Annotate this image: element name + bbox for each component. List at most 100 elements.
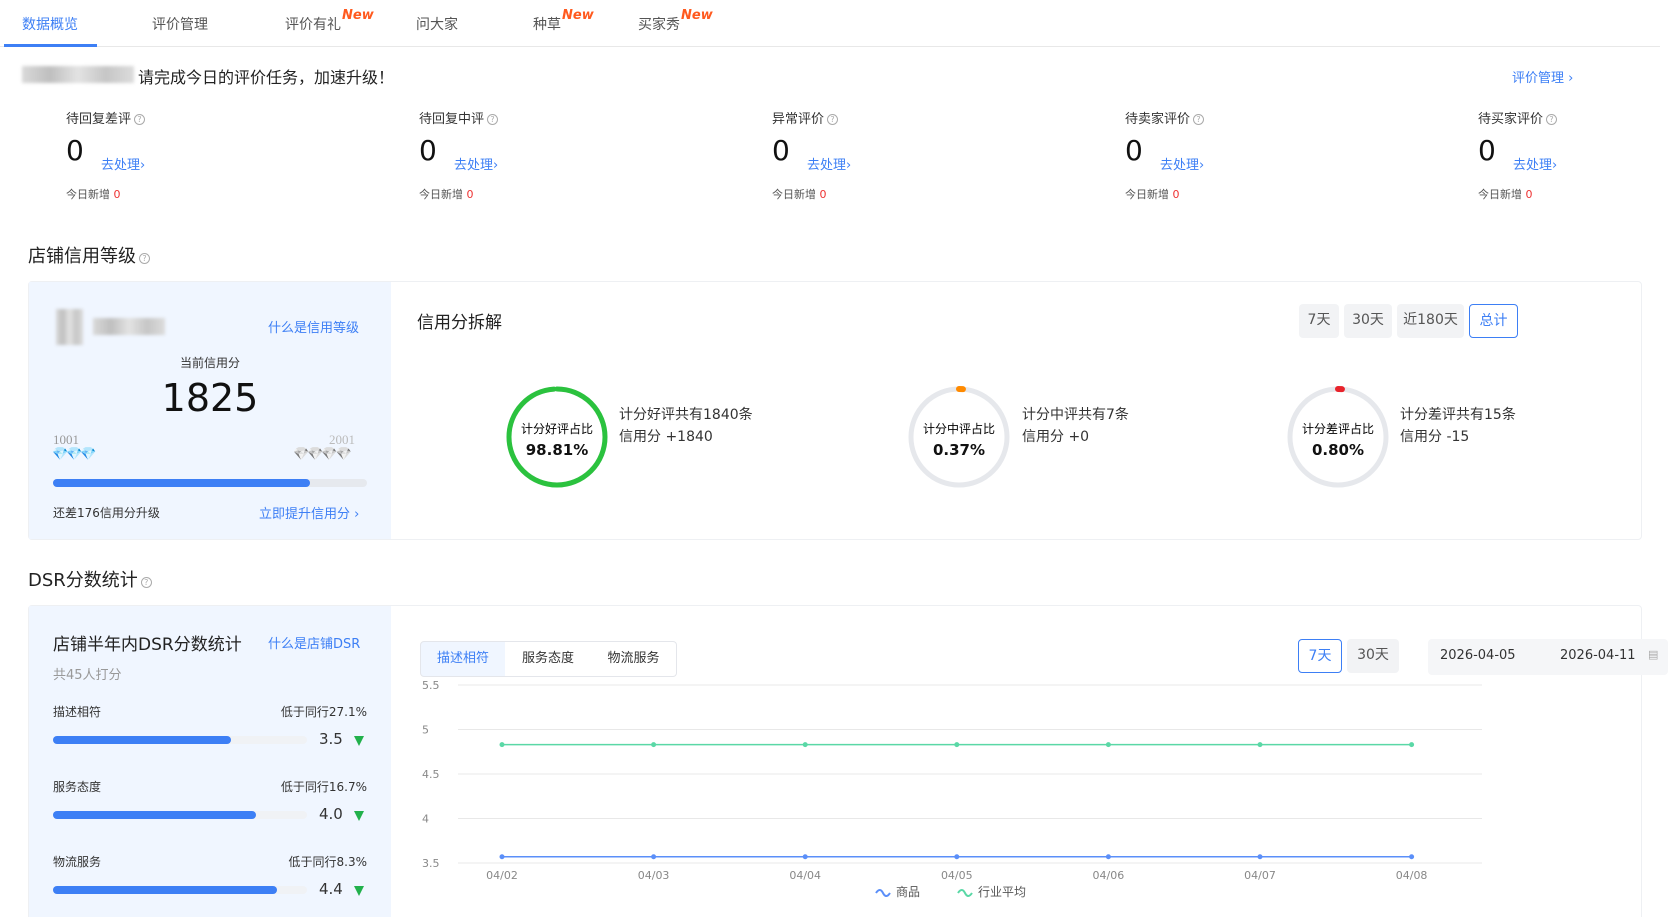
today-new: 今日新增 0 [1478, 188, 1533, 201]
legend-label: 商品 [896, 884, 920, 899]
data-point [1257, 742, 1263, 748]
metric-label: 异常评价? [772, 108, 992, 127]
dsr-row-compare: 低于同行16.7% [280, 780, 367, 794]
help-icon[interactable]: ? [140, 577, 152, 588]
negative-ratio-ring: 计分差评占比 0.80% [1287, 386, 1389, 488]
range-min: 1001 [53, 432, 79, 447]
what-is-credit-level-link[interactable]: 什么是信用等级 [268, 317, 359, 336]
credit-section-title: 店铺信用等级? [28, 242, 150, 268]
credit-level-card: 什么是信用等级 当前信用分 1825 1001 2001 💎💎💎 💎💎💎💎 还差… [29, 282, 391, 539]
data-point [1409, 854, 1415, 860]
metric-value: 0 [1478, 134, 1496, 167]
neutral-score: 信用分 +0 [1022, 429, 1090, 445]
data-point [1105, 854, 1111, 860]
metric-abnormal: 异常评价? 0 去处理› 今日新增 0 [772, 108, 992, 201]
dsr-row-compare: 低于同行8.3% [288, 855, 368, 869]
data-point [802, 742, 808, 748]
data-point [499, 854, 505, 860]
blurred-level-name [93, 318, 165, 335]
help-icon[interactable]: ? [487, 114, 499, 125]
range-total-button[interactable]: 总计 [1469, 304, 1518, 338]
date-range-picker[interactable]: 2026-04-05 2026-04-11 ▤ [1428, 639, 1668, 675]
tab-label: 买家秀 [638, 17, 680, 33]
tab-review-gift[interactable]: 评价有礼 New [285, 8, 374, 34]
grey-diamond-icons: 💎💎💎💎 [293, 447, 352, 462]
x-tick-label: 04/04 [789, 869, 821, 882]
x-tick-label: 04/02 [486, 869, 518, 882]
help-icon[interactable]: ? [1193, 114, 1205, 125]
help-icon[interactable]: ? [134, 114, 146, 125]
negative-desc: 计分差评共有15条 信用分 -15 [1400, 404, 1516, 448]
today-new: 今日新增 0 [772, 188, 827, 201]
segment-description-match[interactable]: 描述相符 [420, 641, 506, 677]
metric-label: 待回复差评? [66, 108, 286, 127]
metric-label: 待买家评价? [1478, 108, 1672, 127]
down-arrow-icon [354, 811, 364, 821]
blurred-shop-name [22, 66, 134, 83]
data-point [954, 742, 960, 748]
dsr-range-7d-button[interactable]: 7天 [1298, 639, 1342, 673]
range-180d-button[interactable]: 近180天 [1397, 304, 1464, 338]
review-management-link[interactable]: 评价管理 › [1512, 67, 1573, 86]
x-tick-label: 04/05 [941, 869, 973, 882]
top-tabs: 数据概览 评价管理 评价有礼 New 问大家 种草 New 买家秀 New [0, 0, 1660, 47]
tab-grass-planting[interactable]: 种草 New [533, 8, 594, 34]
y-tick-label: 3.5 [422, 857, 440, 870]
tab-buyer-show[interactable]: 买家秀 New [638, 8, 713, 34]
tab-ask-everyone[interactable]: 问大家 [416, 14, 458, 34]
ring-label: 计分差评占比 [1302, 421, 1374, 436]
process-link[interactable]: 去处理› [101, 154, 145, 173]
data-point [1257, 854, 1263, 860]
current-credit-label: 当前信用分 [179, 356, 240, 370]
what-is-dsr-link[interactable]: 什么是店铺DSR [268, 633, 360, 652]
range-7d-button[interactable]: 7天 [1299, 304, 1339, 338]
tab-review-management[interactable]: 评价管理 [152, 14, 208, 34]
dsr-bar-track [53, 736, 307, 744]
metric-label: 待回复中评? [419, 108, 639, 127]
new-badge: New [681, 8, 713, 23]
legend-icon [957, 889, 973, 897]
dsr-summary-card: 店铺半年内DSR分数统计 什么是店铺DSR 共45人打分 描述相符 低于同行27… [29, 606, 391, 917]
dsr-section-title: DSR分数统计? [28, 566, 152, 592]
active-tab-indicator [4, 44, 97, 47]
down-arrow-icon [354, 736, 364, 746]
tab-data-overview[interactable]: 数据概览 [22, 14, 78, 34]
dsr-row-label: 描述相符 [53, 705, 102, 719]
data-point [802, 854, 808, 860]
negative-score: 信用分 -15 [1400, 429, 1470, 445]
today-new: 今日新增 0 [66, 188, 121, 201]
tab-label: 种草 [533, 17, 561, 33]
tab-label: 问大家 [416, 17, 458, 33]
tab-label: 评价有礼 [285, 17, 341, 33]
x-tick-label: 04/06 [1093, 869, 1125, 882]
metric-value: 0 [772, 134, 790, 167]
process-link[interactable]: 去处理› [454, 154, 498, 173]
metric-value: 0 [1125, 134, 1143, 167]
dsr-range-30d-button[interactable]: 30天 [1347, 639, 1399, 673]
metric-label: 待卖家评价? [1125, 108, 1345, 127]
metric-value: 0 [419, 134, 437, 167]
process-link[interactable]: 去处理› [1160, 154, 1204, 173]
segment-logistics[interactable]: 物流服务 [591, 641, 677, 677]
legend-label: 行业平均 [978, 885, 1026, 899]
upgrade-credit-link[interactable]: 立即提升信用分 › [259, 503, 359, 522]
data-point [651, 854, 657, 860]
today-new: 今日新增 0 [1125, 188, 1180, 201]
neutral-ratio-ring: 计分中评占比 0.37% [908, 386, 1010, 488]
process-link[interactable]: 去处理› [1513, 154, 1557, 173]
help-icon[interactable]: ? [139, 253, 150, 264]
current-credit-score: 1825 [161, 376, 259, 420]
legend-icon [875, 889, 891, 897]
metric-pending-buyer: 待买家评价? 0 去处理› 今日新增 0 [1478, 108, 1672, 201]
positive-score: 信用分 +1840 [619, 429, 713, 445]
dsr-row-compare: 低于同行27.1% [280, 705, 367, 719]
remaining-to-upgrade: 还差176信用分升级 [53, 506, 160, 520]
help-icon[interactable]: ? [827, 114, 839, 125]
process-link[interactable]: 去处理› [807, 154, 851, 173]
segment-service-attitude[interactable]: 服务态度 [505, 641, 592, 677]
dsr-bar-track [53, 886, 307, 894]
metric-pending-negative: 待回复差评? 0 去处理› 今日新增 0 [66, 108, 286, 201]
y-tick-label: 5.5 [422, 680, 440, 692]
help-icon[interactable]: ? [1546, 114, 1558, 125]
range-30d-button[interactable]: 30天 [1344, 304, 1392, 338]
